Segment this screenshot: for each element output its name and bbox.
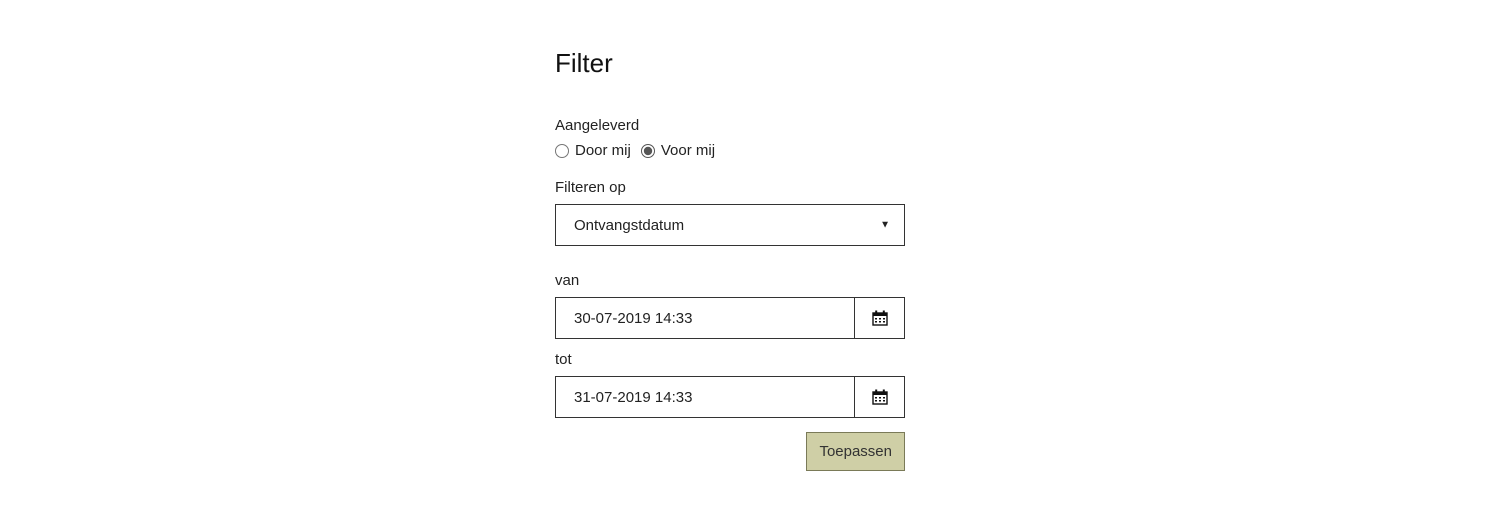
- toepassen-button[interactable]: Toepassen: [806, 432, 905, 471]
- calendar-icon: [872, 389, 888, 405]
- page-title: Filter: [555, 48, 910, 79]
- radio-door-mij[interactable]: [555, 144, 569, 158]
- radio-voor-mij-label[interactable]: Voor mij: [661, 142, 715, 159]
- aangeleverd-radios: Door mij Voor mij: [555, 142, 910, 159]
- radio-door-mij-label[interactable]: Door mij: [575, 142, 631, 159]
- filteren-op-value: Ontvangstdatum: [574, 217, 684, 234]
- tot-input[interactable]: 31-07-2019 14:33: [555, 376, 855, 418]
- radio-voor-mij[interactable]: [641, 144, 655, 158]
- van-calendar-button[interactable]: [855, 297, 905, 339]
- filteren-op-select[interactable]: Ontvangstdatum ▼: [555, 204, 905, 246]
- aangeleverd-label: Aangeleverd: [555, 117, 910, 134]
- calendar-icon: [872, 310, 888, 326]
- filter-form: Filter Aangeleverd Door mij Voor mij Fil…: [555, 48, 910, 471]
- van-label: van: [555, 272, 910, 289]
- van-input[interactable]: 30-07-2019 14:33: [555, 297, 855, 339]
- submit-row: Toepassen: [555, 432, 905, 471]
- chevron-down-icon: ▼: [880, 220, 890, 231]
- van-row: 30-07-2019 14:33: [555, 297, 905, 339]
- filteren-op-label: Filteren op: [555, 179, 910, 196]
- tot-label: tot: [555, 351, 910, 368]
- tot-calendar-button[interactable]: [855, 376, 905, 418]
- tot-row: 31-07-2019 14:33: [555, 376, 905, 418]
